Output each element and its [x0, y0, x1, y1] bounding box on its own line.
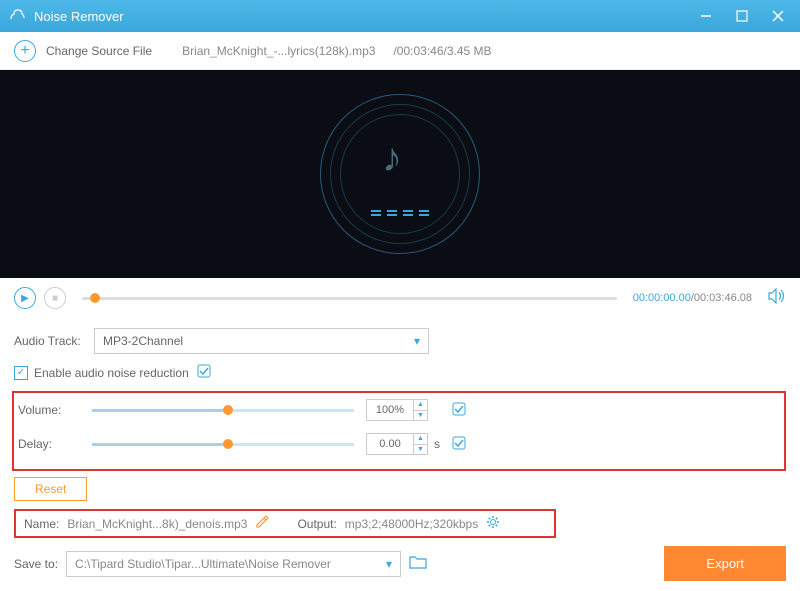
- player-bar: ▶ ■ 00:00:00.00/00:03:46.08: [0, 278, 800, 318]
- delay-unit: s: [434, 437, 444, 451]
- highlighted-sliders: Volume: ▲▼ Delay: ▲▼ s: [12, 391, 786, 471]
- equalizer-icon: [320, 210, 480, 216]
- chevron-down-icon[interactable]: ▼: [414, 411, 427, 421]
- audio-track-value: MP3-2Channel: [103, 334, 183, 348]
- change-source-label[interactable]: Change Source File: [46, 44, 152, 58]
- delay-row: Delay: ▲▼ s: [14, 433, 776, 455]
- saveto-path: C:\Tipard Studio\Tipar...Ultimate\Noise …: [75, 557, 331, 571]
- noise-reduction-label: Enable audio noise reduction: [34, 366, 189, 380]
- play-button[interactable]: ▶: [14, 287, 36, 309]
- output-name-label: Name:: [24, 517, 59, 531]
- source-filename: Brian_McKnight_-...lyrics(128k).mp3: [182, 44, 375, 58]
- audio-visualizer: ♪: [320, 94, 480, 254]
- audio-track-select[interactable]: MP3-2Channel ▾: [94, 328, 429, 354]
- chevron-down-icon[interactable]: ▼: [414, 445, 427, 455]
- volume-row: Volume: ▲▼: [14, 399, 776, 421]
- delay-reset-icon[interactable]: [452, 436, 466, 453]
- folder-icon[interactable]: [409, 555, 427, 572]
- saveto-select[interactable]: C:\Tipard Studio\Tipar...Ultimate\Noise …: [66, 551, 401, 577]
- add-source-button[interactable]: +: [14, 40, 36, 62]
- gear-icon[interactable]: [486, 515, 500, 532]
- chevron-up-icon[interactable]: ▲: [414, 400, 427, 411]
- minimize-button[interactable]: [696, 6, 716, 26]
- volume-input[interactable]: [366, 399, 414, 421]
- volume-icon[interactable]: [768, 288, 786, 309]
- stop-button[interactable]: ■: [44, 287, 66, 309]
- export-button[interactable]: Export: [664, 546, 786, 581]
- time-display: 00:00:00.00/00:03:46.08: [633, 292, 752, 304]
- chevron-down-icon: ▾: [386, 557, 392, 571]
- output-name-value: Brian_McKnight...8k)_denois.mp3: [67, 517, 247, 531]
- delay-input[interactable]: [366, 433, 414, 455]
- noise-reduction-checkbox[interactable]: ✓ Enable audio noise reduction: [14, 366, 189, 380]
- checkbox-icon: ✓: [14, 366, 28, 380]
- time-current: 00:00:00.00: [633, 292, 691, 304]
- titlebar: Noise Remover: [0, 0, 800, 32]
- toolbar: + Change Source File Brian_McKnight_-...…: [0, 32, 800, 70]
- app-title: Noise Remover: [34, 9, 696, 24]
- delay-label: Delay:: [14, 437, 92, 451]
- output-format-value: mp3;2;48000Hz;320kbps: [345, 517, 478, 531]
- reset-button[interactable]: Reset: [14, 477, 87, 501]
- source-fileinfo: /00:03:46/3.45 MB: [393, 44, 491, 58]
- close-button[interactable]: [768, 6, 788, 26]
- saveto-label: Save to:: [14, 557, 58, 571]
- window-controls: [696, 6, 788, 26]
- progress-slider[interactable]: [82, 297, 617, 300]
- noise-reduction-row: ✓ Enable audio noise reduction: [14, 364, 786, 381]
- preview-area: ♪: [0, 70, 800, 278]
- volume-slider[interactable]: [92, 409, 354, 412]
- time-total: /00:03:46.08: [691, 292, 752, 304]
- audio-track-label: Audio Track:: [14, 334, 94, 348]
- music-note-icon: ♪: [382, 136, 402, 181]
- edit-icon[interactable]: [255, 515, 269, 532]
- delay-slider[interactable]: [92, 443, 354, 446]
- volume-thumb[interactable]: [223, 405, 233, 415]
- delay-thumb[interactable]: [223, 439, 233, 449]
- chevron-up-icon[interactable]: ▲: [414, 434, 427, 445]
- maximize-button[interactable]: [732, 6, 752, 26]
- progress-thumb[interactable]: [90, 293, 100, 303]
- chevron-down-icon: ▾: [414, 334, 420, 348]
- footer: Save to: C:\Tipard Studio\Tipar...Ultima…: [0, 546, 800, 591]
- delay-spinner[interactable]: ▲▼: [414, 433, 428, 455]
- highlighted-output: Name: Brian_McKnight...8k)_denois.mp3 Ou…: [14, 509, 556, 538]
- controls-panel: Audio Track: MP3-2Channel ▾ ✓ Enable aud…: [0, 318, 800, 538]
- volume-spinner[interactable]: ▲▼: [414, 399, 428, 421]
- app-logo-icon: [8, 7, 26, 25]
- volume-reset-icon[interactable]: [452, 402, 466, 419]
- audio-track-row: Audio Track: MP3-2Channel ▾: [14, 328, 786, 354]
- noise-settings-icon[interactable]: [197, 364, 211, 381]
- volume-label: Volume:: [14, 403, 92, 417]
- output-format-label: Output:: [297, 517, 336, 531]
